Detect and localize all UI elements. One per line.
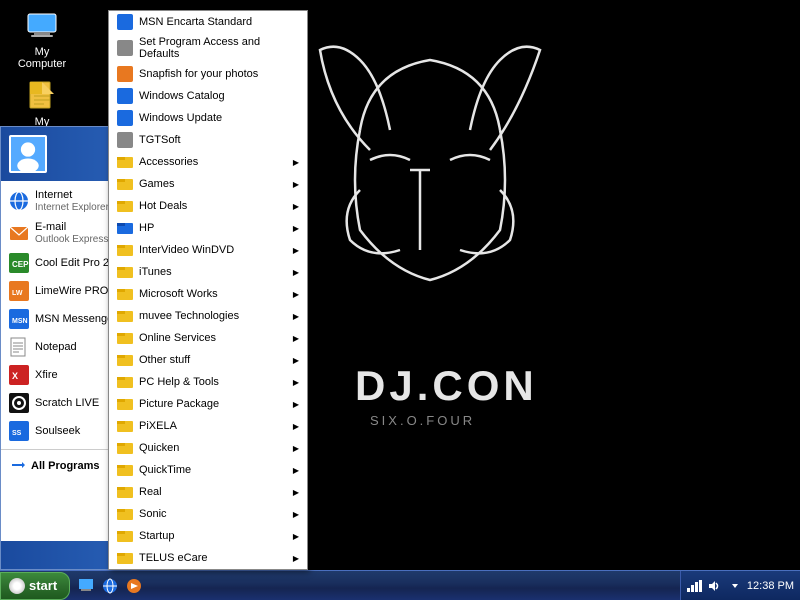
prog-hot-deals[interactable]: Hot Deals (109, 195, 307, 217)
svg-text:SS: SS (12, 430, 22, 437)
prog-quicktime[interactable]: QuickTime (109, 459, 307, 481)
prog-microsoft-works[interactable]: Microsoft Works (109, 283, 307, 305)
tray-arrow-icon[interactable] (727, 578, 743, 594)
svg-text:LW: LW (12, 290, 23, 297)
prog-intervideo[interactable]: InterVideo WinDVD (109, 239, 307, 261)
tray-network-icon[interactable] (687, 578, 703, 594)
prog-quicken[interactable]: Quicken (109, 437, 307, 459)
start-button[interactable]: start (0, 572, 70, 600)
prog-users-guides[interactable]: User's Guides (109, 569, 307, 570)
tray-volume-icon[interactable] (707, 578, 723, 594)
prog-windows-catalog[interactable]: Windows Catalog (109, 85, 307, 107)
prog-real[interactable]: Real (109, 481, 307, 503)
prog-games[interactable]: Games (109, 173, 307, 195)
prog-tgtsoft[interactable]: TGTSoft (109, 129, 307, 151)
desktop: DJ.CON SIX.O.FOUR My Computer My Documen… (0, 0, 800, 600)
prog-snapfish[interactable]: Snapfish for your photos (109, 63, 307, 85)
prog-sonic[interactable]: Sonic (109, 503, 307, 525)
taskbar-items (146, 571, 680, 600)
prog-pc-help[interactable]: PC Help & Tools (109, 371, 307, 393)
prog-accessories[interactable]: Accessories (109, 151, 307, 173)
taskbar: start 12:38 PM (0, 570, 800, 600)
prog-telus[interactable]: TELUS eCare (109, 547, 307, 569)
quicklaunch-show-desktop[interactable] (74, 574, 98, 598)
prog-online-services[interactable]: Online Services (109, 327, 307, 349)
prog-other-stuff[interactable]: Other stuff (109, 349, 307, 371)
prog-muvee[interactable]: muvee Technologies (109, 305, 307, 327)
svg-text:MSN: MSN (12, 318, 28, 325)
logo-text-subtitle: SIX.O.FOUR (370, 413, 475, 428)
desktop-icon-my-computer[interactable]: My Computer (10, 10, 74, 70)
logo-text-djcon: DJ.CON (355, 362, 538, 409)
system-time: 12:38 PM (747, 580, 794, 592)
prog-windows-update[interactable]: Windows Update (109, 107, 307, 129)
svg-text:CEP: CEP (12, 260, 29, 269)
prog-pixela[interactable]: PiXELA (109, 415, 307, 437)
prog-itunes[interactable]: iTunes (109, 261, 307, 283)
svg-text:X: X (12, 371, 18, 381)
prog-startup[interactable]: Startup (109, 525, 307, 547)
prog-picture-package[interactable]: Picture Package (109, 393, 307, 415)
prog-hp[interactable]: HP (109, 217, 307, 239)
user-avatar (9, 135, 47, 173)
system-tray: 12:38 PM (680, 571, 800, 600)
programs-menu: MSN Encarta Standard Set Program Access … (108, 10, 308, 570)
quicklaunch-ie[interactable] (98, 574, 122, 598)
start-orb (9, 578, 25, 594)
quicklaunch-media-player[interactable] (122, 574, 146, 598)
prog-set-program-access[interactable]: Set Program Access and Defaults (109, 33, 307, 63)
prog-msn-encarta[interactable]: MSN Encarta Standard (109, 11, 307, 33)
